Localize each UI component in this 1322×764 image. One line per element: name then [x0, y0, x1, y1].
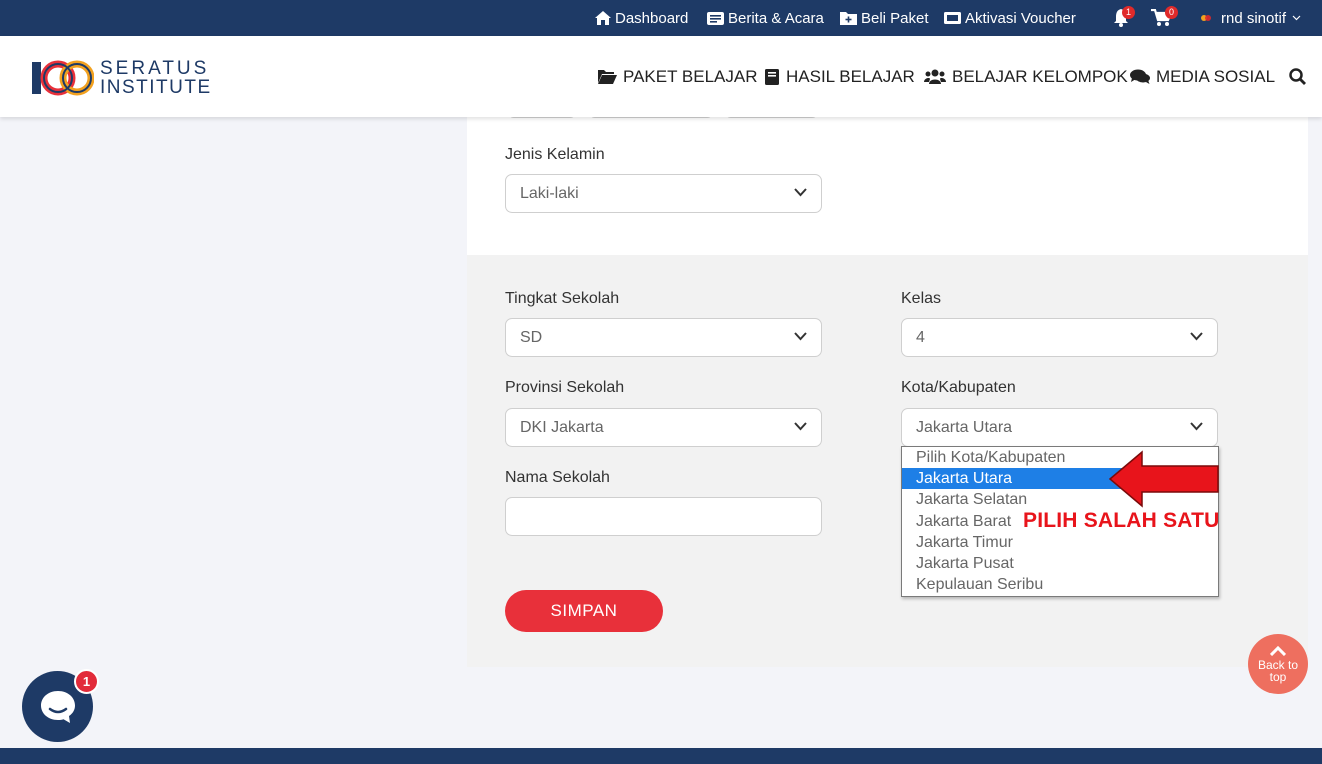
seratus-logo[interactable]: SERATUS INSTITUTE [32, 58, 212, 98]
newspaper-icon [707, 11, 724, 25]
nav-media-sosial[interactable]: MEDIA SOSIAL [1130, 36, 1275, 117]
annotation-text: PILIH SALAH SATU [1023, 509, 1220, 532]
kota-option[interactable]: Kepulauan Seribu [902, 574, 1218, 595]
nav-paket-label: PAKET BELAJAR [623, 66, 758, 86]
nav-media-label: MEDIA SOSIAL [1156, 66, 1276, 86]
beli-paket-link[interactable]: Beli Paket [840, 0, 929, 36]
logo-text-line1: SERATUS [100, 58, 210, 79]
arrow-left-icon [1108, 450, 1219, 508]
cart-badge: 0 [1165, 6, 1178, 19]
tingkat-select[interactable]: SD [505, 318, 822, 357]
user-name: rnd sinotif [1221, 9, 1287, 27]
provinsi-value: DKI Jakarta [520, 418, 604, 436]
gender-select[interactable]: Laki-laki [505, 174, 822, 213]
logo-mark-icon [32, 60, 94, 96]
nama-sekolah-input[interactable] [505, 497, 822, 536]
notification-badge: 1 [1122, 6, 1135, 19]
kota-select[interactable]: Jakarta Utara [901, 408, 1218, 447]
ticket-icon [944, 12, 961, 24]
search-button[interactable] [1289, 36, 1312, 117]
back-to-top-line2: top [1269, 669, 1287, 684]
dashboard-label: Dashboard [615, 9, 689, 27]
berita-label: Berita & Acara [728, 9, 824, 27]
nav-hasil-belajar[interactable]: HASIL BELAJAR [765, 36, 915, 117]
beli-paket-label: Beli Paket [861, 9, 929, 27]
tingkat-value: SD [520, 328, 543, 346]
chevron-down-icon [1190, 332, 1203, 341]
chevron-up-icon [1270, 645, 1286, 656]
berita-link[interactable]: Berita & Acara [707, 0, 824, 36]
chat-badge: 1 [74, 669, 99, 694]
chevron-down-icon [794, 332, 807, 341]
tingkat-label: Tingkat Sekolah [505, 290, 620, 307]
nama-sekolah-label: Nama Sekolah [505, 469, 610, 486]
comments-icon [1130, 69, 1150, 84]
users-icon [924, 69, 946, 84]
folder-plus-icon [840, 12, 857, 25]
simpan-button[interactable]: SIMPAN [505, 590, 663, 632]
kota-option[interactable]: Jakarta Pusat [902, 553, 1218, 574]
back-to-top-line1: Back to [1257, 657, 1299, 672]
footer-bar [0, 748, 1322, 764]
user-menu[interactable]: rnd sinotif [1200, 0, 1305, 36]
search-icon [1289, 68, 1306, 85]
chevron-down-icon [1190, 422, 1203, 431]
top-bar: Dashboard Berita & Acara Beli Paket Akti… [0, 0, 1322, 36]
gender-value: Laki-laki [520, 184, 579, 202]
aktivasi-voucher-link[interactable]: Aktivasi Voucher [944, 0, 1076, 36]
kelas-label: Kelas [901, 290, 942, 307]
gender-label: Jenis Kelamin [505, 146, 605, 163]
chevron-down-icon [1292, 15, 1301, 21]
provinsi-label: Provinsi Sekolah [505, 379, 625, 396]
kota-value: Jakarta Utara [916, 418, 1013, 436]
back-to-top-button[interactable]: Back to top [1248, 634, 1308, 694]
kelas-value: 4 [916, 328, 925, 346]
aktivasi-voucher-label: Aktivasi Voucher [965, 9, 1076, 27]
nav-belajar-kelompok[interactable]: BELAJAR KELOMPOK [924, 36, 1128, 117]
provinsi-select[interactable]: DKI Jakarta [505, 408, 822, 447]
kelas-select[interactable]: 4 [901, 318, 1218, 357]
logo-text-line2: INSTITUTE [100, 77, 212, 98]
nav-paket-belajar[interactable]: PAKET BELAJAR [598, 36, 757, 117]
chat-bubble-icon [40, 690, 75, 723]
book-icon [765, 68, 779, 85]
home-icon [595, 11, 611, 25]
kota-label: Kota/Kabupaten [901, 379, 1016, 396]
folder-open-icon [598, 70, 617, 84]
main-header: SERATUS INSTITUTE PAKET BELAJAR HASIL BE… [0, 36, 1322, 117]
nav-kelompok-label: BELAJAR KELOMPOK [952, 66, 1128, 86]
nav-hasil-label: HASIL BELAJAR [786, 66, 915, 86]
dashboard-link[interactable]: Dashboard [595, 0, 688, 36]
kota-option[interactable]: Jakarta Timur [902, 532, 1218, 553]
chevron-down-icon [794, 188, 807, 197]
chevron-down-icon [794, 422, 807, 431]
user-dot-icon [1201, 15, 1211, 21]
